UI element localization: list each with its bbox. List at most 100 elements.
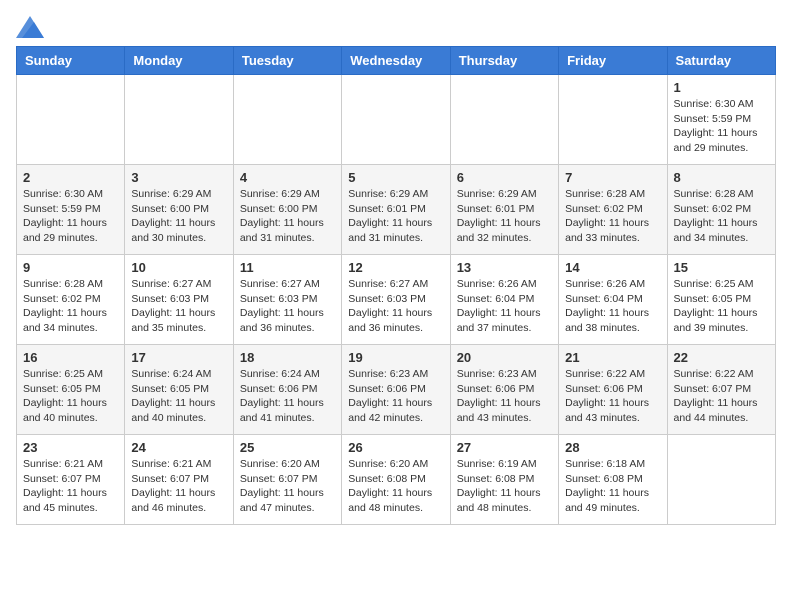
day-number: 23 — [23, 440, 118, 455]
weekday-tuesday: Tuesday — [233, 47, 341, 75]
calendar-cell: 19 Sunrise: 6:23 AM Sunset: 6:06 PM Dayli… — [342, 345, 450, 435]
day-info: Sunrise: 6:29 AM Sunset: 6:00 PM Dayligh… — [131, 187, 226, 246]
day-info: Sunrise: 6:19 AM Sunset: 6:08 PM Dayligh… — [457, 457, 552, 516]
calendar-cell: 4 Sunrise: 6:29 AM Sunset: 6:00 PM Daylig… — [233, 165, 341, 255]
day-number: 18 — [240, 350, 335, 365]
day-number: 7 — [565, 170, 660, 185]
day-number: 2 — [23, 170, 118, 185]
calendar-cell — [559, 75, 667, 165]
day-info: Sunrise: 6:21 AM Sunset: 6:07 PM Dayligh… — [131, 457, 226, 516]
calendar-cell — [17, 75, 125, 165]
weekday-sunday: Sunday — [17, 47, 125, 75]
calendar-cell: 24 Sunrise: 6:21 AM Sunset: 6:07 PM Dayli… — [125, 435, 233, 525]
calendar-cell: 15 Sunrise: 6:25 AM Sunset: 6:05 PM Dayli… — [667, 255, 775, 345]
calendar-cell: 14 Sunrise: 6:26 AM Sunset: 6:04 PM Dayli… — [559, 255, 667, 345]
page-header — [16, 16, 776, 38]
day-info: Sunrise: 6:25 AM Sunset: 6:05 PM Dayligh… — [23, 367, 118, 426]
day-number: 11 — [240, 260, 335, 275]
day-info: Sunrise: 6:26 AM Sunset: 6:04 PM Dayligh… — [565, 277, 660, 336]
day-info: Sunrise: 6:28 AM Sunset: 6:02 PM Dayligh… — [674, 187, 769, 246]
day-number: 17 — [131, 350, 226, 365]
day-number: 6 — [457, 170, 552, 185]
day-info: Sunrise: 6:30 AM Sunset: 5:59 PM Dayligh… — [23, 187, 118, 246]
day-number: 14 — [565, 260, 660, 275]
day-number: 28 — [565, 440, 660, 455]
calendar-cell: 17 Sunrise: 6:24 AM Sunset: 6:05 PM Dayli… — [125, 345, 233, 435]
calendar-cell — [450, 75, 558, 165]
day-info: Sunrise: 6:20 AM Sunset: 6:07 PM Dayligh… — [240, 457, 335, 516]
calendar-cell: 3Sunrise: 6:29 AM Sunset: 6:00 PM Daylig… — [125, 165, 233, 255]
week-row-0: 1 Sunrise: 6:30 AM Sunset: 5:59 PM Daylig… — [17, 75, 776, 165]
day-number: 5 — [348, 170, 443, 185]
calendar-cell: 21 Sunrise: 6:22 AM Sunset: 6:06 PM Dayli… — [559, 345, 667, 435]
day-info: Sunrise: 6:29 AM Sunset: 6:01 PM Dayligh… — [457, 187, 552, 246]
day-info: Sunrise: 6:22 AM Sunset: 6:06 PM Dayligh… — [565, 367, 660, 426]
day-number: 19 — [348, 350, 443, 365]
day-info: Sunrise: 6:27 AM Sunset: 6:03 PM Dayligh… — [348, 277, 443, 336]
day-number: 27 — [457, 440, 552, 455]
calendar-cell: 22 Sunrise: 6:22 AM Sunset: 6:07 PM Dayli… — [667, 345, 775, 435]
day-info: Sunrise: 6:26 AM Sunset: 6:04 PM Dayligh… — [457, 277, 552, 336]
calendar-cell: 9Sunrise: 6:28 AM Sunset: 6:02 PM Daylig… — [17, 255, 125, 345]
week-row-2: 9Sunrise: 6:28 AM Sunset: 6:02 PM Daylig… — [17, 255, 776, 345]
day-number: 22 — [674, 350, 769, 365]
calendar-cell: 8 Sunrise: 6:28 AM Sunset: 6:02 PM Daylig… — [667, 165, 775, 255]
day-info: Sunrise: 6:21 AM Sunset: 6:07 PM Dayligh… — [23, 457, 118, 516]
calendar-cell: 10Sunrise: 6:27 AM Sunset: 6:03 PM Dayli… — [125, 255, 233, 345]
day-number: 15 — [674, 260, 769, 275]
day-info: Sunrise: 6:27 AM Sunset: 6:03 PM Dayligh… — [240, 277, 335, 336]
day-info: Sunrise: 6:25 AM Sunset: 6:05 PM Dayligh… — [674, 277, 769, 336]
day-number: 10 — [131, 260, 226, 275]
day-info: Sunrise: 6:18 AM Sunset: 6:08 PM Dayligh… — [565, 457, 660, 516]
logo — [16, 16, 48, 38]
day-number: 16 — [23, 350, 118, 365]
day-info: Sunrise: 6:29 AM Sunset: 6:00 PM Dayligh… — [240, 187, 335, 246]
day-info: Sunrise: 6:24 AM Sunset: 6:06 PM Dayligh… — [240, 367, 335, 426]
day-info: Sunrise: 6:23 AM Sunset: 6:06 PM Dayligh… — [457, 367, 552, 426]
calendar-table: SundayMondayTuesdayWednesdayThursdayFrid… — [16, 46, 776, 525]
calendar-cell — [342, 75, 450, 165]
calendar-cell: 18 Sunrise: 6:24 AM Sunset: 6:06 PM Dayli… — [233, 345, 341, 435]
weekday-friday: Friday — [559, 47, 667, 75]
day-info: Sunrise: 6:22 AM Sunset: 6:07 PM Dayligh… — [674, 367, 769, 426]
day-number: 20 — [457, 350, 552, 365]
day-info: Sunrise: 6:23 AM Sunset: 6:06 PM Dayligh… — [348, 367, 443, 426]
day-number: 21 — [565, 350, 660, 365]
weekday-saturday: Saturday — [667, 47, 775, 75]
calendar-cell: 23 Sunrise: 6:21 AM Sunset: 6:07 PM Dayli… — [17, 435, 125, 525]
calendar-cell: 12Sunrise: 6:27 AM Sunset: 6:03 PM Dayli… — [342, 255, 450, 345]
day-number: 8 — [674, 170, 769, 185]
day-number: 4 — [240, 170, 335, 185]
calendar-cell: 11 Sunrise: 6:27 AM Sunset: 6:03 PM Dayli… — [233, 255, 341, 345]
calendar-cell: 6 Sunrise: 6:29 AM Sunset: 6:01 PM Daylig… — [450, 165, 558, 255]
calendar-body: 1 Sunrise: 6:30 AM Sunset: 5:59 PM Daylig… — [17, 75, 776, 525]
weekday-monday: Monday — [125, 47, 233, 75]
calendar-cell — [233, 75, 341, 165]
calendar-cell: 28 Sunrise: 6:18 AM Sunset: 6:08 PM Dayli… — [559, 435, 667, 525]
weekday-header-row: SundayMondayTuesdayWednesdayThursdayFrid… — [17, 47, 776, 75]
weekday-thursday: Thursday — [450, 47, 558, 75]
week-row-3: 16 Sunrise: 6:25 AM Sunset: 6:05 PM Dayli… — [17, 345, 776, 435]
week-row-1: 2 Sunrise: 6:30 AM Sunset: 5:59 PM Daylig… — [17, 165, 776, 255]
day-info: Sunrise: 6:30 AM Sunset: 5:59 PM Dayligh… — [674, 97, 769, 156]
calendar-cell — [125, 75, 233, 165]
day-number: 1 — [674, 80, 769, 95]
calendar-cell: 2 Sunrise: 6:30 AM Sunset: 5:59 PM Daylig… — [17, 165, 125, 255]
calendar-cell: 20 Sunrise: 6:23 AM Sunset: 6:06 PM Dayli… — [450, 345, 558, 435]
calendar-cell: 13 Sunrise: 6:26 AM Sunset: 6:04 PM Dayli… — [450, 255, 558, 345]
logo-icon — [16, 16, 44, 38]
calendar-cell: 25Sunrise: 6:20 AM Sunset: 6:07 PM Dayli… — [233, 435, 341, 525]
day-info: Sunrise: 6:24 AM Sunset: 6:05 PM Dayligh… — [131, 367, 226, 426]
calendar-cell: 5 Sunrise: 6:29 AM Sunset: 6:01 PM Daylig… — [342, 165, 450, 255]
week-row-4: 23 Sunrise: 6:21 AM Sunset: 6:07 PM Dayli… — [17, 435, 776, 525]
day-info: Sunrise: 6:20 AM Sunset: 6:08 PM Dayligh… — [348, 457, 443, 516]
day-number: 24 — [131, 440, 226, 455]
day-number: 13 — [457, 260, 552, 275]
calendar-cell: 16 Sunrise: 6:25 AM Sunset: 6:05 PM Dayli… — [17, 345, 125, 435]
day-info: Sunrise: 6:29 AM Sunset: 6:01 PM Dayligh… — [348, 187, 443, 246]
calendar-cell: 26 Sunrise: 6:20 AM Sunset: 6:08 PM Dayli… — [342, 435, 450, 525]
calendar-cell: 7Sunrise: 6:28 AM Sunset: 6:02 PM Daylig… — [559, 165, 667, 255]
calendar-cell — [667, 435, 775, 525]
day-number: 26 — [348, 440, 443, 455]
day-info: Sunrise: 6:28 AM Sunset: 6:02 PM Dayligh… — [23, 277, 118, 336]
